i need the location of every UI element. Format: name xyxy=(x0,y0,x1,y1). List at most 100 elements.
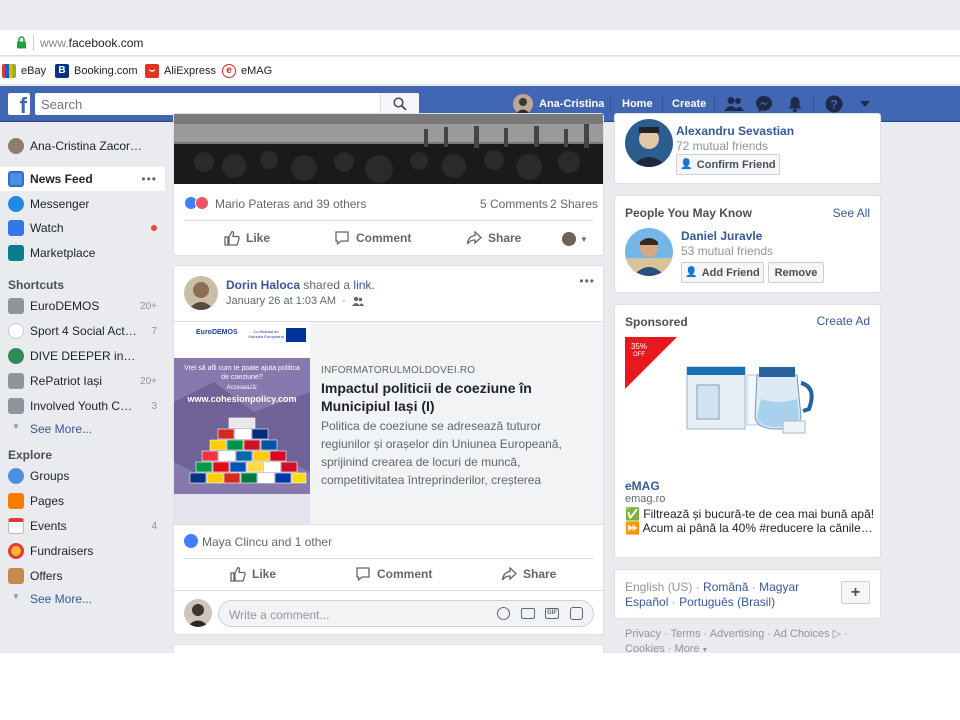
thumbs-up-icon xyxy=(230,566,246,582)
like-button[interactable]: Like xyxy=(230,566,276,582)
search-icon xyxy=(393,97,407,111)
comment-button[interactable]: Comment xyxy=(334,230,411,246)
post-author-link[interactable]: Dorin Haloca xyxy=(226,278,300,292)
bookmark-booking[interactable]: B Booking.com xyxy=(55,64,138,78)
link-preview[interactable]: EuroDEMOS Co-finanțat de Uniunea Europea… xyxy=(174,321,603,525)
language-option[interactable]: Română xyxy=(703,580,748,594)
emoji-icon[interactable] xyxy=(497,607,510,620)
thumb-question-text: Vrei să afli cum te poate ajuta politica… xyxy=(184,365,300,381)
gif-icon[interactable]: GIF xyxy=(545,608,559,619)
friend-request-name[interactable]: Alexandru Sevastian xyxy=(676,124,794,138)
mutual-friends[interactable]: 72 mutual friends xyxy=(676,139,768,153)
footer-link-terms[interactable]: Terms xyxy=(671,628,701,640)
comments-count[interactable]: 5 Comments xyxy=(480,197,548,211)
comment-button[interactable]: Comment xyxy=(355,566,432,582)
sidebar-item-news-feed[interactable]: News Feed ••• xyxy=(0,167,165,191)
reactions-summary[interactable]: Maya Clincu and 1 other xyxy=(202,535,332,549)
sidebar-profile[interactable]: Ana-Cristina Zacor… xyxy=(0,134,165,158)
sidebar-item-marketplace[interactable]: Marketplace xyxy=(0,241,165,265)
water-filter-product-image xyxy=(625,337,814,434)
post-options-icon[interactable]: ••• xyxy=(579,274,595,288)
help-icon[interactable]: ? xyxy=(825,95,843,113)
add-friend-button[interactable]: 👤 Add Friend xyxy=(681,262,764,283)
bookmark-aliexpress[interactable]: ⌣ AliExpress xyxy=(145,64,216,78)
advertiser-name[interactable]: eMAG xyxy=(625,479,660,493)
ad-text-line-2: ⏩ Acum ai până la 40% #reducere la cănil… xyxy=(625,521,873,535)
sidebar-item-fundraisers[interactable]: Fundraisers xyxy=(0,539,165,563)
shortcuts-see-more[interactable]: ▼ See More... xyxy=(0,422,140,438)
share-button[interactable]: Share xyxy=(501,566,556,582)
facebook-logo-icon[interactable]: f xyxy=(8,93,30,115)
offers-icon xyxy=(8,568,24,584)
messenger-icon[interactable] xyxy=(755,95,773,113)
url-divider xyxy=(33,35,34,51)
shared-link[interactable]: link. xyxy=(353,278,374,292)
comment-icon xyxy=(335,231,349,246)
account-menu-chevron-down-icon[interactable] xyxy=(860,101,870,107)
shortcut-item[interactable]: EuroDEMOS 20+ xyxy=(0,294,165,318)
screen: www.facebook.com eBay B Booking.com ⌣ Al… xyxy=(0,0,960,653)
bookmark-emag[interactable]: e eMAG xyxy=(222,64,272,78)
browser-address-bar[interactable]: www.facebook.com xyxy=(0,30,960,56)
post-timestamp[interactable]: January 26 at 1:03 AM · xyxy=(226,295,364,307)
reaction-icons[interactable] xyxy=(184,196,209,210)
post-video-thumbnail[interactable] xyxy=(174,114,603,184)
search-input[interactable] xyxy=(35,93,419,115)
bookmarks-bar: eBay B Booking.com ⌣ AliExpress e eMAG xyxy=(0,57,960,85)
avatar[interactable] xyxy=(625,228,673,276)
search-button[interactable] xyxy=(380,93,419,115)
advertiser-domain[interactable]: emag.ro xyxy=(625,493,665,505)
pymk-name[interactable]: Daniel Juravle xyxy=(681,229,762,243)
shortcut-item[interactable]: Sport 4 Social Action 7 xyxy=(0,319,165,343)
groups-icon xyxy=(8,468,24,484)
sidebar-item-messenger[interactable]: Messenger xyxy=(0,192,165,216)
sidebar-item-offers[interactable]: Offers xyxy=(0,564,165,588)
footer-link-ad-choices[interactable]: Ad Choices xyxy=(773,628,829,640)
comment-input[interactable]: Write a comment... GIF xyxy=(218,600,594,627)
share-button[interactable]: Share xyxy=(466,230,521,246)
like-reaction-icon[interactable] xyxy=(184,534,198,548)
footer-link-more[interactable]: More xyxy=(675,643,700,653)
pymk-heading: People You May Know xyxy=(625,206,752,220)
see-all-link[interactable]: See All xyxy=(833,206,870,220)
comment-icon xyxy=(356,567,370,582)
avatar[interactable] xyxy=(184,276,218,310)
post-audience-selector[interactable]: ▼ xyxy=(562,232,588,246)
friend-requests-icon[interactable] xyxy=(724,96,744,112)
nav-separator xyxy=(714,97,715,111)
confirm-friend-button[interactable]: 👤 Confirm Friend xyxy=(676,154,780,175)
create-ad-link[interactable]: Create Ad xyxy=(817,314,870,328)
sticker-icon[interactable] xyxy=(570,607,583,620)
post-header: Dorin Haloca shared a link. xyxy=(226,278,375,292)
footer-link-advertising[interactable]: Advertising xyxy=(710,628,764,640)
ad-image[interactable]: 35% OFF xyxy=(625,337,871,477)
avatar[interactable] xyxy=(625,119,673,167)
language-option[interactable]: Magyar xyxy=(759,580,799,594)
shortcut-item[interactable]: Involved Youth Co… 3 xyxy=(0,394,165,418)
bookmark-ebay[interactable]: eBay xyxy=(2,64,46,78)
chevron-down-icon: ▼ xyxy=(699,647,709,653)
shortcut-item[interactable]: RePatriot Iași 20+ xyxy=(0,369,165,393)
url-text[interactable]: www.facebook.com xyxy=(40,36,143,50)
camera-icon[interactable] xyxy=(521,608,535,619)
add-language-button[interactable]: + xyxy=(841,581,870,604)
shortcuts-heading: Shortcuts xyxy=(8,278,65,292)
sidebar-item-events[interactable]: Events 4 xyxy=(0,514,165,538)
language-option[interactable]: Português (Brasil) xyxy=(679,595,775,609)
mutual-friends[interactable]: 53 mutual friends xyxy=(681,244,773,258)
reactions-summary[interactable]: Mario Pateras and 39 others xyxy=(215,197,366,211)
language-option[interactable]: Español xyxy=(625,595,668,609)
explore-see-more[interactable]: ▼ See More... xyxy=(0,592,140,608)
shares-count[interactable]: 2 Shares xyxy=(550,197,598,211)
sidebar-item-watch[interactable]: Watch xyxy=(0,216,165,240)
shortcut-item[interactable]: DIVE DEEPER into… xyxy=(0,344,165,368)
news-feed-options-icon[interactable]: ••• xyxy=(141,172,157,186)
sidebar-item-pages[interactable]: Pages xyxy=(0,489,165,513)
post-card xyxy=(173,644,604,653)
sidebar-item-groups[interactable]: Groups xyxy=(0,464,165,488)
footer-link-cookies[interactable]: Cookies xyxy=(625,643,665,653)
notifications-bell-icon[interactable] xyxy=(786,95,804,113)
remove-suggestion-button[interactable]: Remove xyxy=(768,262,824,283)
footer-link-privacy[interactable]: Privacy xyxy=(625,628,661,640)
like-button[interactable]: Like xyxy=(224,230,270,246)
